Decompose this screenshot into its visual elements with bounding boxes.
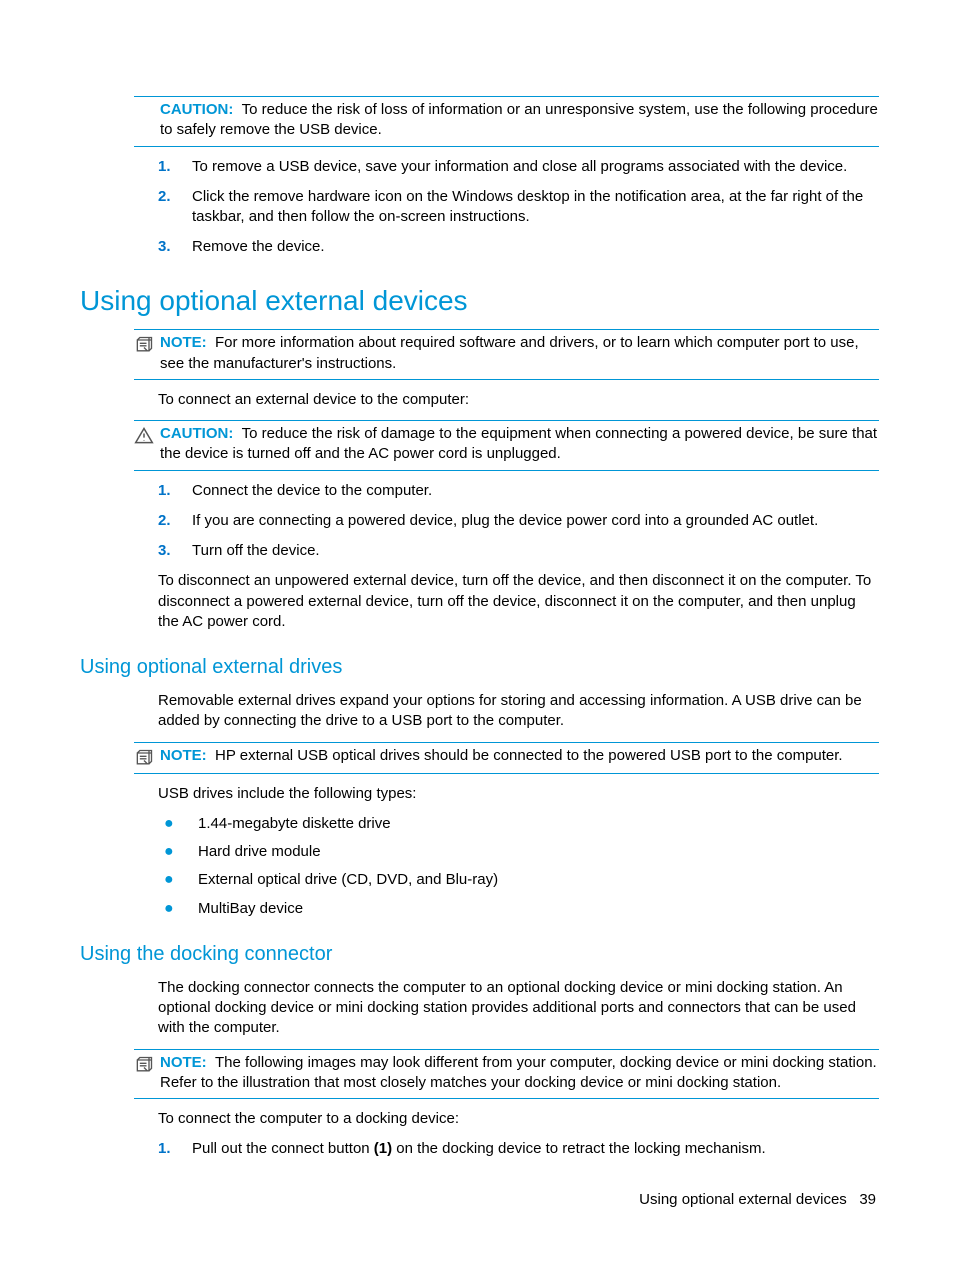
caution-text: To reduce the risk of damage to the equi… bbox=[160, 425, 877, 462]
text-fragment: Pull out the connect button bbox=[192, 1140, 374, 1157]
list-text: If you are connecting a powered device, … bbox=[192, 511, 879, 531]
bullet-list: ●1.44-megabyte diskette drive ●Hard driv… bbox=[158, 814, 879, 919]
list-item: 1.Connect the device to the computer. bbox=[158, 481, 879, 501]
note-callout: NOTE: For more information about require… bbox=[134, 329, 879, 380]
list-item: ●MultiBay device bbox=[158, 899, 879, 919]
note-icon bbox=[134, 748, 156, 768]
caution-callout: CAUTION: To reduce the risk of damage to… bbox=[134, 420, 879, 471]
list-text: Pull out the connect button (1) on the d… bbox=[192, 1139, 879, 1159]
list-item: 1.To remove a USB device, save your info… bbox=[158, 157, 879, 177]
list-text: Click the remove hardware icon on the Wi… bbox=[192, 187, 879, 228]
note-label: NOTE: bbox=[160, 747, 207, 764]
list-number: 1. bbox=[158, 157, 192, 177]
list-number: 2. bbox=[158, 187, 192, 228]
bullet-icon: ● bbox=[158, 899, 198, 919]
list-number: 1. bbox=[158, 1139, 192, 1159]
list-number: 3. bbox=[158, 237, 192, 257]
callout-body: NOTE: HP external USB optical drives sho… bbox=[160, 746, 879, 766]
list-text: Connect the device to the computer. bbox=[192, 481, 879, 501]
bold-text: (1) bbox=[374, 1140, 392, 1157]
paragraph: To connect the computer to a docking dev… bbox=[158, 1109, 879, 1129]
bullet-icon: ● bbox=[158, 842, 198, 862]
list-item: 1. Pull out the connect button (1) on th… bbox=[158, 1139, 879, 1159]
paragraph: The docking connector connects the compu… bbox=[158, 978, 879, 1039]
list-item: ●1.44-megabyte diskette drive bbox=[158, 814, 879, 834]
bullet-icon: ● bbox=[158, 870, 198, 890]
heading-using-optional-external-devices: Using optional external devices bbox=[80, 282, 879, 320]
list-text: Turn off the device. bbox=[192, 541, 879, 561]
list-text: External optical drive (CD, DVD, and Blu… bbox=[198, 870, 879, 890]
list-number: 2. bbox=[158, 511, 192, 531]
caution-label: CAUTION: bbox=[160, 101, 233, 118]
paragraph: To connect an external device to the com… bbox=[158, 390, 879, 410]
note-callout: NOTE: HP external USB optical drives sho… bbox=[134, 742, 879, 774]
list-number: 1. bbox=[158, 481, 192, 501]
ordered-list: 1.Connect the device to the computer. 2.… bbox=[158, 481, 879, 562]
list-item: 2.Click the remove hardware icon on the … bbox=[158, 187, 879, 228]
note-text: The following images may look different … bbox=[160, 1054, 877, 1091]
caution-icon bbox=[134, 426, 156, 446]
list-item: ●Hard drive module bbox=[158, 842, 879, 862]
list-item: ●External optical drive (CD, DVD, and Bl… bbox=[158, 870, 879, 890]
list-text: Hard drive module bbox=[198, 842, 879, 862]
callout-body: NOTE: For more information about require… bbox=[160, 333, 879, 374]
caution-label: CAUTION: bbox=[160, 425, 233, 442]
paragraph: USB drives include the following types: bbox=[158, 784, 879, 804]
ordered-list: 1.To remove a USB device, save your info… bbox=[158, 157, 879, 258]
list-item: 3.Turn off the device. bbox=[158, 541, 879, 561]
footer-title: Using optional external devices bbox=[639, 1191, 847, 1208]
heading-using-the-docking-connector: Using the docking connector bbox=[80, 941, 879, 968]
bullet-icon: ● bbox=[158, 814, 198, 834]
caution-text: To reduce the risk of loss of informatio… bbox=[160, 101, 878, 138]
text-fragment: on the docking device to retract the loc… bbox=[392, 1140, 766, 1157]
heading-using-optional-external-drives: Using optional external drives bbox=[80, 654, 879, 681]
list-item: 2.If you are connecting a powered device… bbox=[158, 511, 879, 531]
note-icon bbox=[134, 335, 156, 355]
list-text: Remove the device. bbox=[192, 237, 879, 257]
document-page: CAUTION: To reduce the risk of loss of i… bbox=[0, 0, 954, 1270]
note-text: HP external USB optical drives should be… bbox=[215, 747, 843, 764]
caution-callout: CAUTION: To reduce the risk of loss of i… bbox=[134, 96, 879, 147]
list-text: To remove a USB device, save your inform… bbox=[192, 157, 879, 177]
note-label: NOTE: bbox=[160, 334, 207, 351]
note-label: NOTE: bbox=[160, 1054, 207, 1071]
paragraph: To disconnect an unpowered external devi… bbox=[158, 571, 879, 632]
ordered-list: 1. Pull out the connect button (1) on th… bbox=[158, 1139, 879, 1159]
page-number: 39 bbox=[859, 1191, 876, 1208]
callout-body: CAUTION: To reduce the risk of damage to… bbox=[160, 424, 879, 465]
page-footer: Using optional external devices 39 bbox=[639, 1190, 876, 1210]
note-icon bbox=[134, 1055, 156, 1075]
list-text: 1.44-megabyte diskette drive bbox=[198, 814, 879, 834]
list-number: 3. bbox=[158, 541, 192, 561]
paragraph: Removable external drives expand your op… bbox=[158, 691, 879, 732]
list-item: 3.Remove the device. bbox=[158, 237, 879, 257]
callout-body: NOTE: The following images may look diff… bbox=[160, 1053, 879, 1094]
note-callout: NOTE: The following images may look diff… bbox=[134, 1049, 879, 1100]
list-text: MultiBay device bbox=[198, 899, 879, 919]
note-text: For more information about required soft… bbox=[160, 334, 859, 371]
callout-body: CAUTION: To reduce the risk of loss of i… bbox=[160, 100, 879, 141]
